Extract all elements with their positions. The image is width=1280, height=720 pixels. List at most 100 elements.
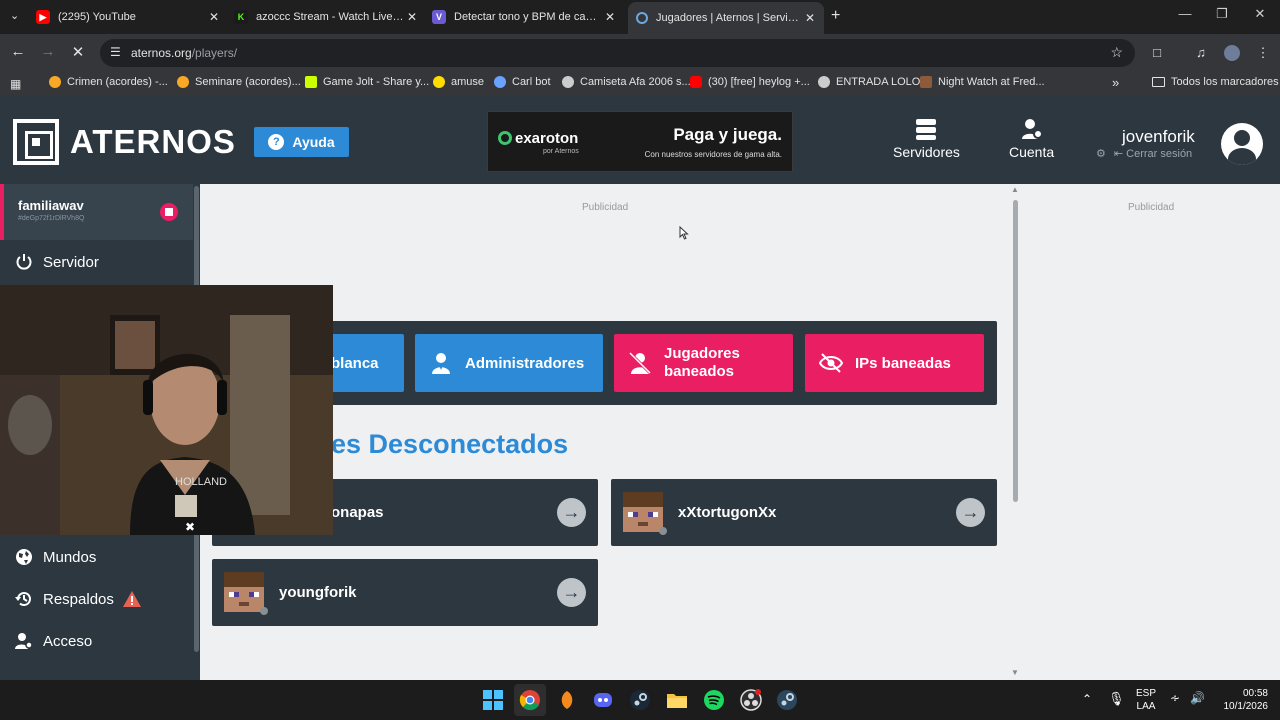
- wifi-icon[interactable]: ∻: [1170, 691, 1180, 705]
- aternos-logo[interactable]: ATERNOS: [13, 119, 236, 165]
- language-indicator[interactable]: ESP LAA: [1132, 687, 1160, 713]
- tab-label: blanca: [331, 354, 379, 372]
- tab-banned-ips[interactable]: IPs baneadas: [805, 334, 984, 392]
- new-tab-button[interactable]: +: [831, 7, 840, 25]
- exaroton-brand-text: exaroton: [515, 130, 579, 147]
- stop-loading-icon[interactable]: ✕: [68, 43, 88, 61]
- settings-gear-icon[interactable]: ⚙: [1096, 148, 1106, 160]
- player-card[interactable]: xXtortugonXx →: [611, 479, 997, 546]
- tab-youtube[interactable]: ▶ (2295) YouTube ✕: [36, 4, 222, 30]
- sidebar-item-acceso[interactable]: Acceso: [15, 632, 92, 650]
- apps-grid-icon[interactable]: ▦: [10, 77, 21, 91]
- exaroton-ad-banner[interactable]: exaroton por Aternos Paga y juega. Con n…: [487, 111, 793, 172]
- minimize-icon[interactable]: —: [1175, 6, 1195, 21]
- bookmark-item[interactable]: Camiseta Afa 2006 s...: [562, 76, 691, 88]
- restore-icon[interactable]: ❐: [1212, 6, 1232, 22]
- scroll-up-icon[interactable]: ▲: [1011, 185, 1019, 194]
- profile-avatar-icon[interactable]: [1224, 45, 1240, 61]
- account-nav[interactable]: Cuenta: [1009, 118, 1054, 160]
- user-avatar[interactable]: [1221, 123, 1263, 165]
- tab-operators[interactable]: Administradores: [415, 334, 603, 392]
- forward-icon[interactable]: →: [38, 43, 58, 60]
- discord-icon[interactable]: [592, 689, 614, 711]
- guitar-icon: [49, 76, 61, 88]
- tab-kick[interactable]: K azoccc Stream - Watch Live on Kick ✕: [234, 4, 420, 30]
- steam-icon-2[interactable]: [776, 689, 798, 711]
- server-card[interactable]: familiawav #deGp72f1rDlRVh8Q: [0, 184, 193, 240]
- close-icon[interactable]: ✕: [206, 10, 222, 24]
- webcam-close-icon[interactable]: ✖: [185, 520, 195, 534]
- tab-aternos[interactable]: Jugadores | Aternos | Servidor de Minecr…: [628, 2, 824, 34]
- bookmark-label: Camiseta Afa 2006 s...: [580, 76, 691, 88]
- servers-label: Servidores: [893, 144, 960, 160]
- close-icon[interactable]: ✕: [802, 11, 818, 25]
- section-title-offline-players: es Desconectados: [331, 429, 568, 460]
- fl-studio-icon[interactable]: [556, 689, 578, 711]
- svg-text:HOLLAND: HOLLAND: [175, 476, 227, 488]
- scroll-down-icon[interactable]: ▼: [1011, 668, 1019, 677]
- menu-icon[interactable]: ⋮: [1254, 45, 1272, 61]
- site-info-icon[interactable]: ☰: [110, 45, 121, 59]
- bookmark-item[interactable]: ENTRADA LOLO: [818, 76, 920, 88]
- player-name: onapas: [331, 504, 384, 521]
- tab-title: Jugadores | Aternos | Servidor de Minecr…: [656, 12, 802, 24]
- sidebar-item-mundos[interactable]: Mundos: [15, 548, 96, 566]
- help-button[interactable]: ? Ayuda: [254, 127, 349, 157]
- bookmarks-bar: ▦ Crimen (acordes) -... Seminare (acorde…: [0, 72, 1280, 96]
- close-icon[interactable]: ✕: [602, 10, 618, 24]
- bookmark-item[interactable]: Night Watch at Fred...: [920, 76, 1045, 88]
- volume-icon[interactable]: 🔊: [1190, 691, 1205, 705]
- exaroton-brand-sub: por Aternos: [543, 148, 579, 155]
- close-icon[interactable]: ✕: [404, 10, 420, 24]
- logout-label: Cerrar sesión: [1126, 148, 1193, 160]
- username: jovenforik: [1122, 127, 1195, 146]
- logout-link[interactable]: ⚙ ⇤ Cerrar sesión: [1096, 147, 1192, 160]
- arrow-right-icon[interactable]: →: [956, 498, 985, 527]
- folder-icon: [1152, 77, 1165, 87]
- player-card[interactable]: youngforik →: [212, 559, 598, 626]
- layout-text: LAA: [1136, 701, 1156, 712]
- exaroton-logo-icon: [498, 131, 512, 145]
- address-bar[interactable]: ☰ aternos.org/players/ ☆: [100, 39, 1135, 67]
- clock[interactable]: 00:58 10/1/2026: [1212, 687, 1269, 713]
- steam-icon[interactable]: [629, 689, 651, 711]
- bookmark-label: Night Watch at Fred...: [938, 76, 1045, 88]
- admin-icon: [432, 353, 450, 374]
- bookmark-item[interactable]: Carl bot: [494, 76, 551, 88]
- servers-nav[interactable]: Servidores: [893, 118, 960, 160]
- bookmark-item[interactable]: Crimen (acordes) -...: [49, 76, 168, 88]
- sidebar-item-respaldos[interactable]: Respaldos: [15, 590, 141, 608]
- extensions-icon[interactable]: □: [1148, 45, 1166, 60]
- chrome-icon: [519, 690, 540, 711]
- content-scrollbar[interactable]: [1013, 200, 1018, 502]
- media-controls-icon[interactable]: ♫: [1192, 45, 1210, 60]
- bookmark-item[interactable]: Seminare (acordes)...: [177, 76, 301, 88]
- bookmark-star-icon[interactable]: ☆: [1110, 44, 1123, 61]
- sidebar-item-label: Servidor: [43, 253, 99, 271]
- more-bookmarks-icon[interactable]: »: [1112, 75, 1119, 90]
- bookmark-item[interactable]: amuse: [433, 76, 484, 88]
- chevron-up-icon[interactable]: ⌃: [1082, 692, 1092, 706]
- spotify-icon[interactable]: [703, 689, 725, 711]
- servers-icon: [916, 119, 937, 140]
- tab-search-button[interactable]: ⌄: [10, 9, 19, 22]
- tab-tunebat[interactable]: V Detectar tono y BPM de canción ✕: [432, 4, 618, 30]
- account-gear-icon: [1021, 119, 1043, 139]
- windows-start-icon[interactable]: [482, 689, 504, 711]
- bookmark-item[interactable]: Game Jolt - Share y...: [305, 76, 429, 88]
- obs-icon[interactable]: [740, 689, 762, 711]
- user-gear-icon: [15, 633, 33, 649]
- arrow-right-icon[interactable]: →: [557, 498, 586, 527]
- all-bookmarks-folder[interactable]: Todos los marcadores: [1152, 76, 1279, 88]
- server-status-stop-icon[interactable]: [160, 203, 178, 221]
- back-icon[interactable]: ←: [8, 43, 28, 60]
- file-explorer-icon[interactable]: [666, 689, 688, 711]
- bookmark-item[interactable]: (30) [free] heylog +...: [690, 76, 810, 88]
- window-close-icon[interactable]: ✕: [1250, 6, 1270, 22]
- sidebar-item-servidor[interactable]: Servidor: [15, 253, 99, 271]
- arrow-right-icon[interactable]: →: [557, 578, 586, 607]
- youtube-icon: [690, 76, 702, 88]
- microphone-icon[interactable]: 🎙: [1108, 691, 1125, 707]
- account-label: Cuenta: [1009, 144, 1055, 160]
- tab-banned-players[interactable]: Jugadores baneados: [614, 334, 793, 392]
